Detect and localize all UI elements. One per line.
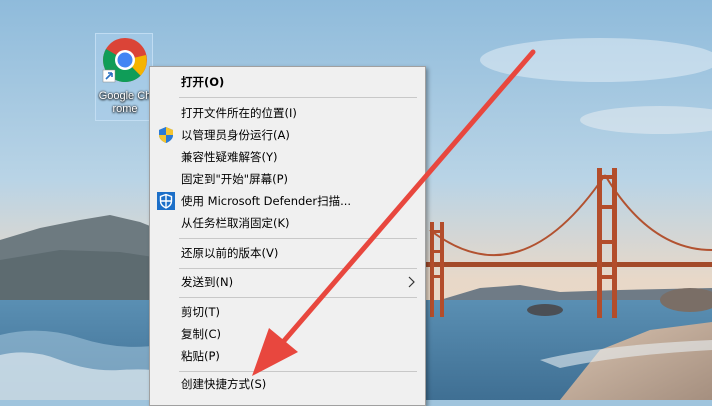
context-menu: 打开(O) 打开文件所在的位置(I) 以管理员身份运行(A) 兼容性疑难解答(Y… bbox=[149, 66, 426, 406]
menu-item-defender-scan[interactable]: 使用 Microsoft Defender扫描... bbox=[152, 190, 423, 212]
menu-item-restore-versions[interactable]: 还原以前的版本(V) bbox=[152, 242, 423, 264]
menu-item-label: 还原以前的版本(V) bbox=[181, 246, 279, 260]
menu-item-unpin-taskbar[interactable]: 从任务栏取消固定(K) bbox=[152, 212, 423, 234]
menu-item-run-as-admin[interactable]: 以管理员身份运行(A) bbox=[152, 124, 423, 146]
menu-item-open-file-location[interactable]: 打开文件所在的位置(I) bbox=[152, 102, 423, 124]
menu-item-label: 从任务栏取消固定(K) bbox=[181, 216, 290, 230]
menu-item-label: 粘贴(P) bbox=[181, 349, 220, 363]
menu-item-copy[interactable]: 复制(C) bbox=[152, 323, 423, 345]
menu-item-label: 创建快捷方式(S) bbox=[181, 377, 267, 391]
menu-item-label: 剪切(T) bbox=[181, 305, 220, 319]
menu-item-troubleshoot-compat[interactable]: 兼容性疑难解答(Y) bbox=[152, 146, 423, 168]
menu-item-label: 使用 Microsoft Defender扫描... bbox=[181, 194, 352, 208]
menu-item-label: 发送到(N) bbox=[181, 275, 234, 289]
menu-item-label: 打开(O) bbox=[181, 75, 225, 89]
menu-separator bbox=[179, 238, 417, 239]
menu-item-label: 复制(C) bbox=[181, 327, 222, 341]
menu-item-paste[interactable]: 粘贴(P) bbox=[152, 345, 423, 367]
uac-shield-icon bbox=[159, 127, 173, 143]
chevron-right-icon bbox=[408, 276, 415, 288]
menu-separator bbox=[179, 297, 417, 298]
menu-item-pin-to-start[interactable]: 固定到"开始"屏幕(P) bbox=[152, 168, 423, 190]
menu-separator bbox=[179, 371, 417, 372]
chrome-icon bbox=[102, 38, 147, 83]
menu-separator bbox=[179, 97, 417, 98]
menu-separator bbox=[179, 268, 417, 269]
menu-item-label: 兼容性疑难解答(Y) bbox=[181, 150, 278, 164]
menu-item-label: 以管理员身份运行(A) bbox=[181, 128, 290, 142]
menu-item-create-shortcut[interactable]: 创建快捷方式(S) bbox=[152, 373, 423, 395]
defender-icon bbox=[157, 192, 175, 210]
menu-item-cut[interactable]: 剪切(T) bbox=[152, 301, 423, 323]
menu-item-label: 固定到"开始"屏幕(P) bbox=[181, 172, 288, 186]
menu-item-label: 打开文件所在的位置(I) bbox=[181, 106, 297, 120]
menu-item-open[interactable]: 打开(O) bbox=[152, 71, 423, 93]
menu-item-send-to[interactable]: 发送到(N) bbox=[152, 271, 423, 293]
desktop-icon-chrome[interactable]: Google Chrome bbox=[95, 33, 153, 121]
desktop-icon-label: Google Chrome bbox=[98, 90, 152, 115]
